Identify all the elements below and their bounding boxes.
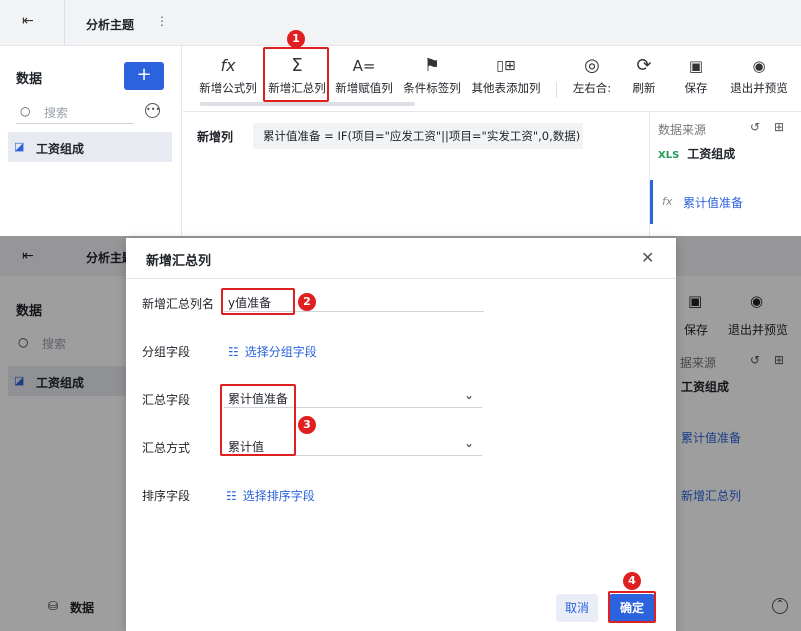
dialog-title: 新增汇总列 — [146, 254, 212, 269]
toolbar-label: 新增公式列 — [199, 81, 257, 95]
fx-icon: fx — [220, 56, 236, 75]
data-source-panel: 数据来源 ↺ ⊞ XLS 工资组成 fx 累计值准备 — [649, 112, 801, 236]
refresh-button[interactable]: ⟳ 刷新 — [625, 52, 663, 106]
search-input[interactable]: ○ 搜索 — [16, 100, 134, 124]
panel-title: 数据来源 — [658, 123, 707, 137]
toolbar-label: 保存 — [684, 81, 708, 95]
preview-icon: ◉ — [752, 57, 766, 75]
annotation-box-2 — [221, 288, 295, 315]
formula-input[interactable]: 累计值准备 = IF(项目="应发工资"||项目="实发工资",0,数据) — [253, 123, 583, 149]
fx-icon: fx — [662, 195, 673, 208]
toolbar-label: 左右合: — [572, 81, 612, 95]
toolbar-divider — [556, 82, 557, 98]
agg-field-label: 汇总字段 — [142, 393, 191, 407]
layout-icon[interactable]: ⊞ — [774, 120, 784, 134]
toolbar-label: 退出并预览 — [730, 81, 788, 95]
source-field-item[interactable]: fx 累计值准备 — [650, 180, 801, 224]
more-menu-icon[interactable]: ⋮ — [156, 14, 168, 28]
source-dataset: XLS 工资组成 — [658, 145, 735, 162]
select-sort-field-label: 选择排序字段 — [242, 489, 315, 503]
select-sort-field-button[interactable]: ☷ 选择排序字段 — [226, 487, 315, 504]
group-field-label: 分组字段 — [142, 345, 191, 359]
sidebar-header: 数据 — [16, 72, 43, 87]
sidebar-item-dataset[interactable]: ◪ 工资组成 — [8, 132, 172, 162]
annotation-box-1 — [263, 47, 329, 102]
excel-icon: XLS — [658, 150, 680, 161]
add-formula-column-button[interactable]: fx 新增公式列 — [195, 52, 261, 106]
dialog-divider — [126, 278, 676, 279]
header-divider — [64, 0, 65, 46]
step-badge-1: 1 — [287, 30, 305, 48]
sidebar-item-label: 工资组成 — [36, 142, 85, 156]
chevron-down-icon: ⌄ — [464, 436, 475, 450]
source-field-label: 累计值准备 — [683, 196, 744, 210]
step-badge-4: 4 — [623, 572, 641, 590]
exit-icon[interactable]: ⇤ — [22, 13, 42, 33]
top-header-bar: ⇤ 分析主题 ⋮ — [0, 0, 801, 46]
annotation-box-4 — [608, 591, 656, 623]
formula-area: 新增列 累计值准备 = IF(项目="应发工资"||项目="实发工资",0,数据… — [183, 112, 649, 236]
toolbar-label: 新增赋值列 — [335, 81, 393, 95]
add-summary-column-dialog: 新增汇总列 ✕ 新增汇总列名 y值准备 分组字段 ☷ 选择分组字段 汇总字段 累计… — [126, 238, 676, 631]
chart-icon: ◪ — [14, 140, 25, 153]
name-label: 新增汇总列名 — [142, 297, 215, 311]
toolbar-scrollbar[interactable] — [200, 102, 415, 106]
add-assign-column-button[interactable]: A= 新增赋值列 — [332, 52, 396, 106]
condition-tag-column-button[interactable]: ⚑ 条件标签列 — [400, 52, 464, 106]
step-badge-3: 3 — [298, 416, 316, 434]
chevron-down-icon: ⌄ — [464, 388, 475, 402]
data-sidebar: 数据 + ○ 搜索 ••• ◪ 工资组成 — [0, 46, 182, 236]
cancel-button[interactable]: 取消 — [556, 594, 598, 622]
page-title: 分析主题 — [86, 18, 135, 32]
toolbar-label: 其他表添加列 — [471, 81, 541, 95]
annotation-box-3 — [220, 384, 296, 456]
add-data-button[interactable]: + — [124, 62, 164, 90]
merge-icon: ◎ — [584, 55, 600, 76]
flag-icon: ⚑ — [423, 55, 441, 76]
add-column-from-other-table-button[interactable]: ▯⊞ 其他表添加列 — [468, 52, 544, 106]
formula-label: 新增列 — [197, 130, 234, 144]
assign-icon: A= — [352, 57, 376, 75]
exit-preview-button[interactable]: ◉ 退出并预览 — [727, 52, 791, 106]
step-badge-2: 2 — [298, 293, 316, 311]
toolbar-label: 条件标签列 — [403, 81, 461, 95]
list-icon: ☷ — [228, 345, 239, 359]
sort-field-label: 排序字段 — [142, 489, 191, 503]
more-options-icon[interactable]: ••• — [145, 103, 160, 118]
source-dataset-label: 工资组成 — [687, 147, 736, 161]
select-group-field-label: 选择分组字段 — [244, 345, 317, 359]
search-icon: ○ — [20, 104, 31, 118]
save-button[interactable]: ▣ 保存 — [677, 52, 715, 106]
add-column-icon: ▯⊞ — [496, 58, 516, 74]
list-icon: ☷ — [226, 489, 237, 503]
close-icon[interactable]: ✕ — [641, 248, 654, 267]
select-group-field-button[interactable]: ☷ 选择分组字段 — [228, 343, 317, 360]
merge-button[interactable]: ◎ 左右合: — [569, 52, 615, 106]
toolbar-label: 刷新 — [632, 81, 656, 95]
agg-method-label: 汇总方式 — [142, 441, 191, 455]
save-icon: ▣ — [688, 57, 704, 75]
refresh-icon: ⟳ — [636, 55, 652, 76]
history-icon[interactable]: ↺ — [750, 120, 760, 134]
search-placeholder: 搜索 — [44, 106, 69, 120]
